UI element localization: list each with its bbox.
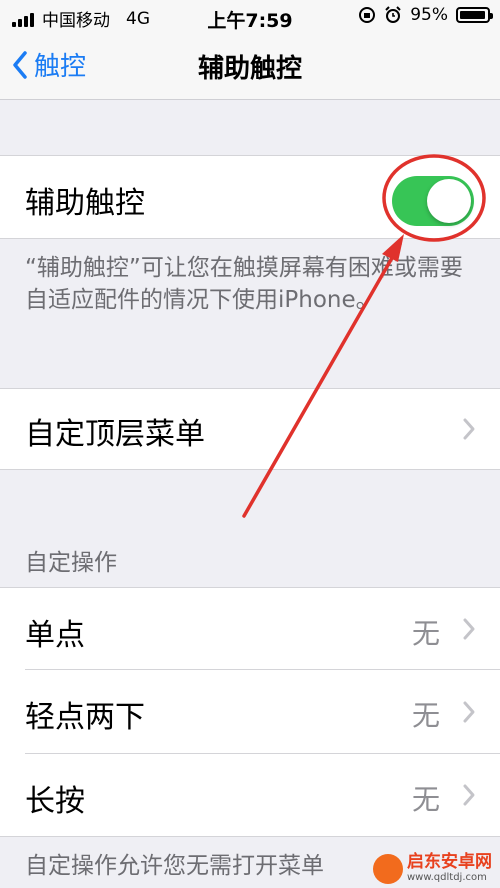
navigation-bar: 触控 辅助触控 <box>0 34 500 100</box>
chevron-right-icon <box>463 418 475 440</box>
toggle-knob <box>427 179 471 223</box>
divider <box>0 469 500 470</box>
alarm-icon <box>385 6 401 23</box>
customize-top-menu-row[interactable]: 自定顶层菜单 <box>0 389 500 469</box>
watermark-badge-icon <box>373 853 403 884</box>
assistive-touch-row: 辅助触控 <box>0 156 500 238</box>
action-value: 无 <box>411 783 440 816</box>
battery-percent: 95% <box>410 5 448 25</box>
watermark-url: www.qdltdj.com <box>407 872 487 883</box>
list-item-long-press[interactable]: 长按 无 <box>0 754 500 836</box>
action-value: 无 <box>411 617 440 650</box>
divider <box>0 238 500 239</box>
divider <box>0 836 500 837</box>
action-label: 长按 <box>25 784 85 819</box>
action-label: 轻点两下 <box>25 700 145 735</box>
customize-top-menu-label: 自定顶层菜单 <box>25 417 205 452</box>
custom-actions-footer: 自定操作允许您无需打开菜单 <box>25 853 324 879</box>
battery-icon <box>456 7 493 23</box>
custom-actions-header: 自定操作 <box>25 550 117 576</box>
list-item-double-tap[interactable]: 轻点两下 无 <box>0 670 500 754</box>
orientation-lock-icon <box>359 7 376 23</box>
chevron-right-icon <box>463 618 475 640</box>
page-title: 辅助触控 <box>197 54 302 84</box>
status-bar: 中国移动 4G 上午7:59 95% <box>0 0 500 34</box>
watermark-logo: 启东安卓网 www.qdltdj.com <box>373 853 492 884</box>
chevron-right-icon <box>463 784 475 806</box>
assistive-touch-toggle[interactable] <box>392 176 474 226</box>
watermark-text: 启东安卓网 <box>407 852 492 872</box>
list-item-single-tap[interactable]: 单点 无 <box>0 588 500 670</box>
status-right: 95% <box>358 5 493 25</box>
assistive-touch-label: 辅助触控 <box>25 186 145 221</box>
chevron-right-icon <box>463 701 475 723</box>
action-value: 无 <box>411 699 440 732</box>
action-label: 单点 <box>25 618 85 653</box>
assistive-touch-footer: “辅助触控”可让您在触摸屏幕有困难或需要自适应配件的情况下使用iPhone。 <box>25 255 463 313</box>
